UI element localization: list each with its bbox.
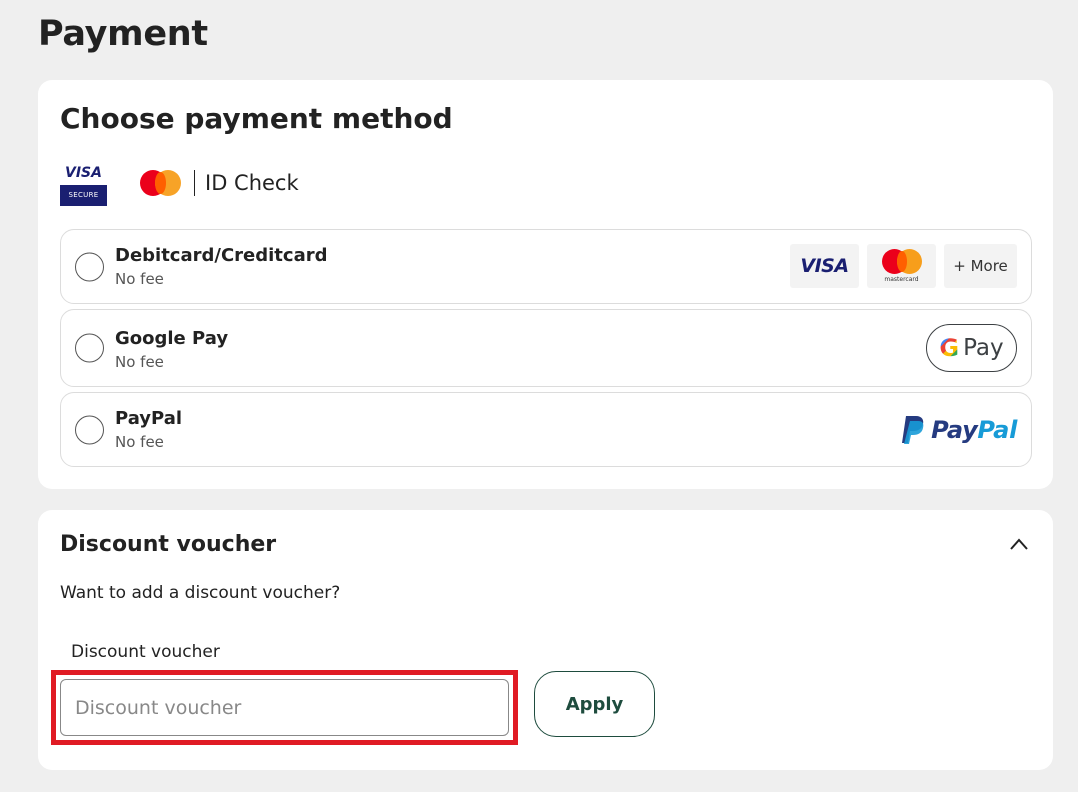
visa-logo: VISA xyxy=(790,244,859,288)
payment-option-fee: No fee xyxy=(115,353,164,371)
logo-divider xyxy=(194,170,195,196)
payment-option-fee: No fee xyxy=(115,433,164,451)
mastercard-logo: mastercard xyxy=(867,244,936,288)
mastercard-wordmark: mastercard xyxy=(884,276,919,283)
mastercard-id-check-logo: ID Check xyxy=(140,170,299,196)
google-pay-logo: G Pay xyxy=(926,324,1017,372)
payment-option-name: Debitcard/Creditcard xyxy=(115,245,328,266)
radio-card[interactable] xyxy=(75,252,104,281)
payment-option-fee: No fee xyxy=(115,270,164,288)
radio-google-pay[interactable] xyxy=(75,333,104,363)
discount-voucher-input[interactable] xyxy=(60,679,509,736)
card-brand-logos: VISA mastercard + More xyxy=(790,244,1017,288)
voucher-field-label: Discount voucher xyxy=(71,642,220,662)
chevron-up-icon[interactable] xyxy=(1009,537,1029,551)
apply-button[interactable]: Apply xyxy=(534,671,655,737)
visa-secure-logo: VISA SECURE xyxy=(60,160,107,206)
voucher-question: Want to add a discount voucher? xyxy=(60,583,341,603)
payment-option-paypal[interactable]: PayPal No fee PayPal xyxy=(60,392,1032,467)
secure-badges: VISA SECURE ID Check xyxy=(60,160,299,206)
id-check-label: ID Check xyxy=(205,171,299,195)
visa-secure-top: VISA xyxy=(60,160,107,185)
voucher-section-title: Discount voucher xyxy=(60,532,277,557)
mastercard-icon xyxy=(140,170,182,196)
payment-method-card: Choose payment method VISA SECURE ID Che… xyxy=(38,80,1053,489)
paypal-wordmark-pal: Pal xyxy=(977,416,1017,444)
more-brands-badge: + More xyxy=(944,244,1017,288)
payment-option-google-pay[interactable]: Google Pay No fee G Pay xyxy=(60,309,1032,387)
mastercard-icon xyxy=(881,249,922,274)
discount-voucher-card: Discount voucher Want to add a discount … xyxy=(38,510,1053,770)
radio-paypal[interactable] xyxy=(75,415,104,444)
google-pay-wordmark: Pay xyxy=(963,335,1004,361)
payment-option-card[interactable]: Debitcard/Creditcard No fee VISA masterc… xyxy=(60,229,1032,304)
paypal-p-icon xyxy=(902,416,924,444)
google-g-icon: G xyxy=(939,334,960,362)
paypal-wordmark-pay: Pay xyxy=(931,416,978,444)
page-title: Payment xyxy=(38,14,208,54)
payment-method-title: Choose payment method xyxy=(60,102,453,135)
visa-secure-bottom: SECURE xyxy=(60,184,107,206)
voucher-input-highlight xyxy=(51,670,518,745)
payment-option-name: PayPal xyxy=(115,408,183,429)
paypal-wordmark: PayPal xyxy=(931,416,1017,444)
paypal-logo: PayPal xyxy=(899,415,1017,445)
payment-option-name: Google Pay xyxy=(115,328,229,349)
